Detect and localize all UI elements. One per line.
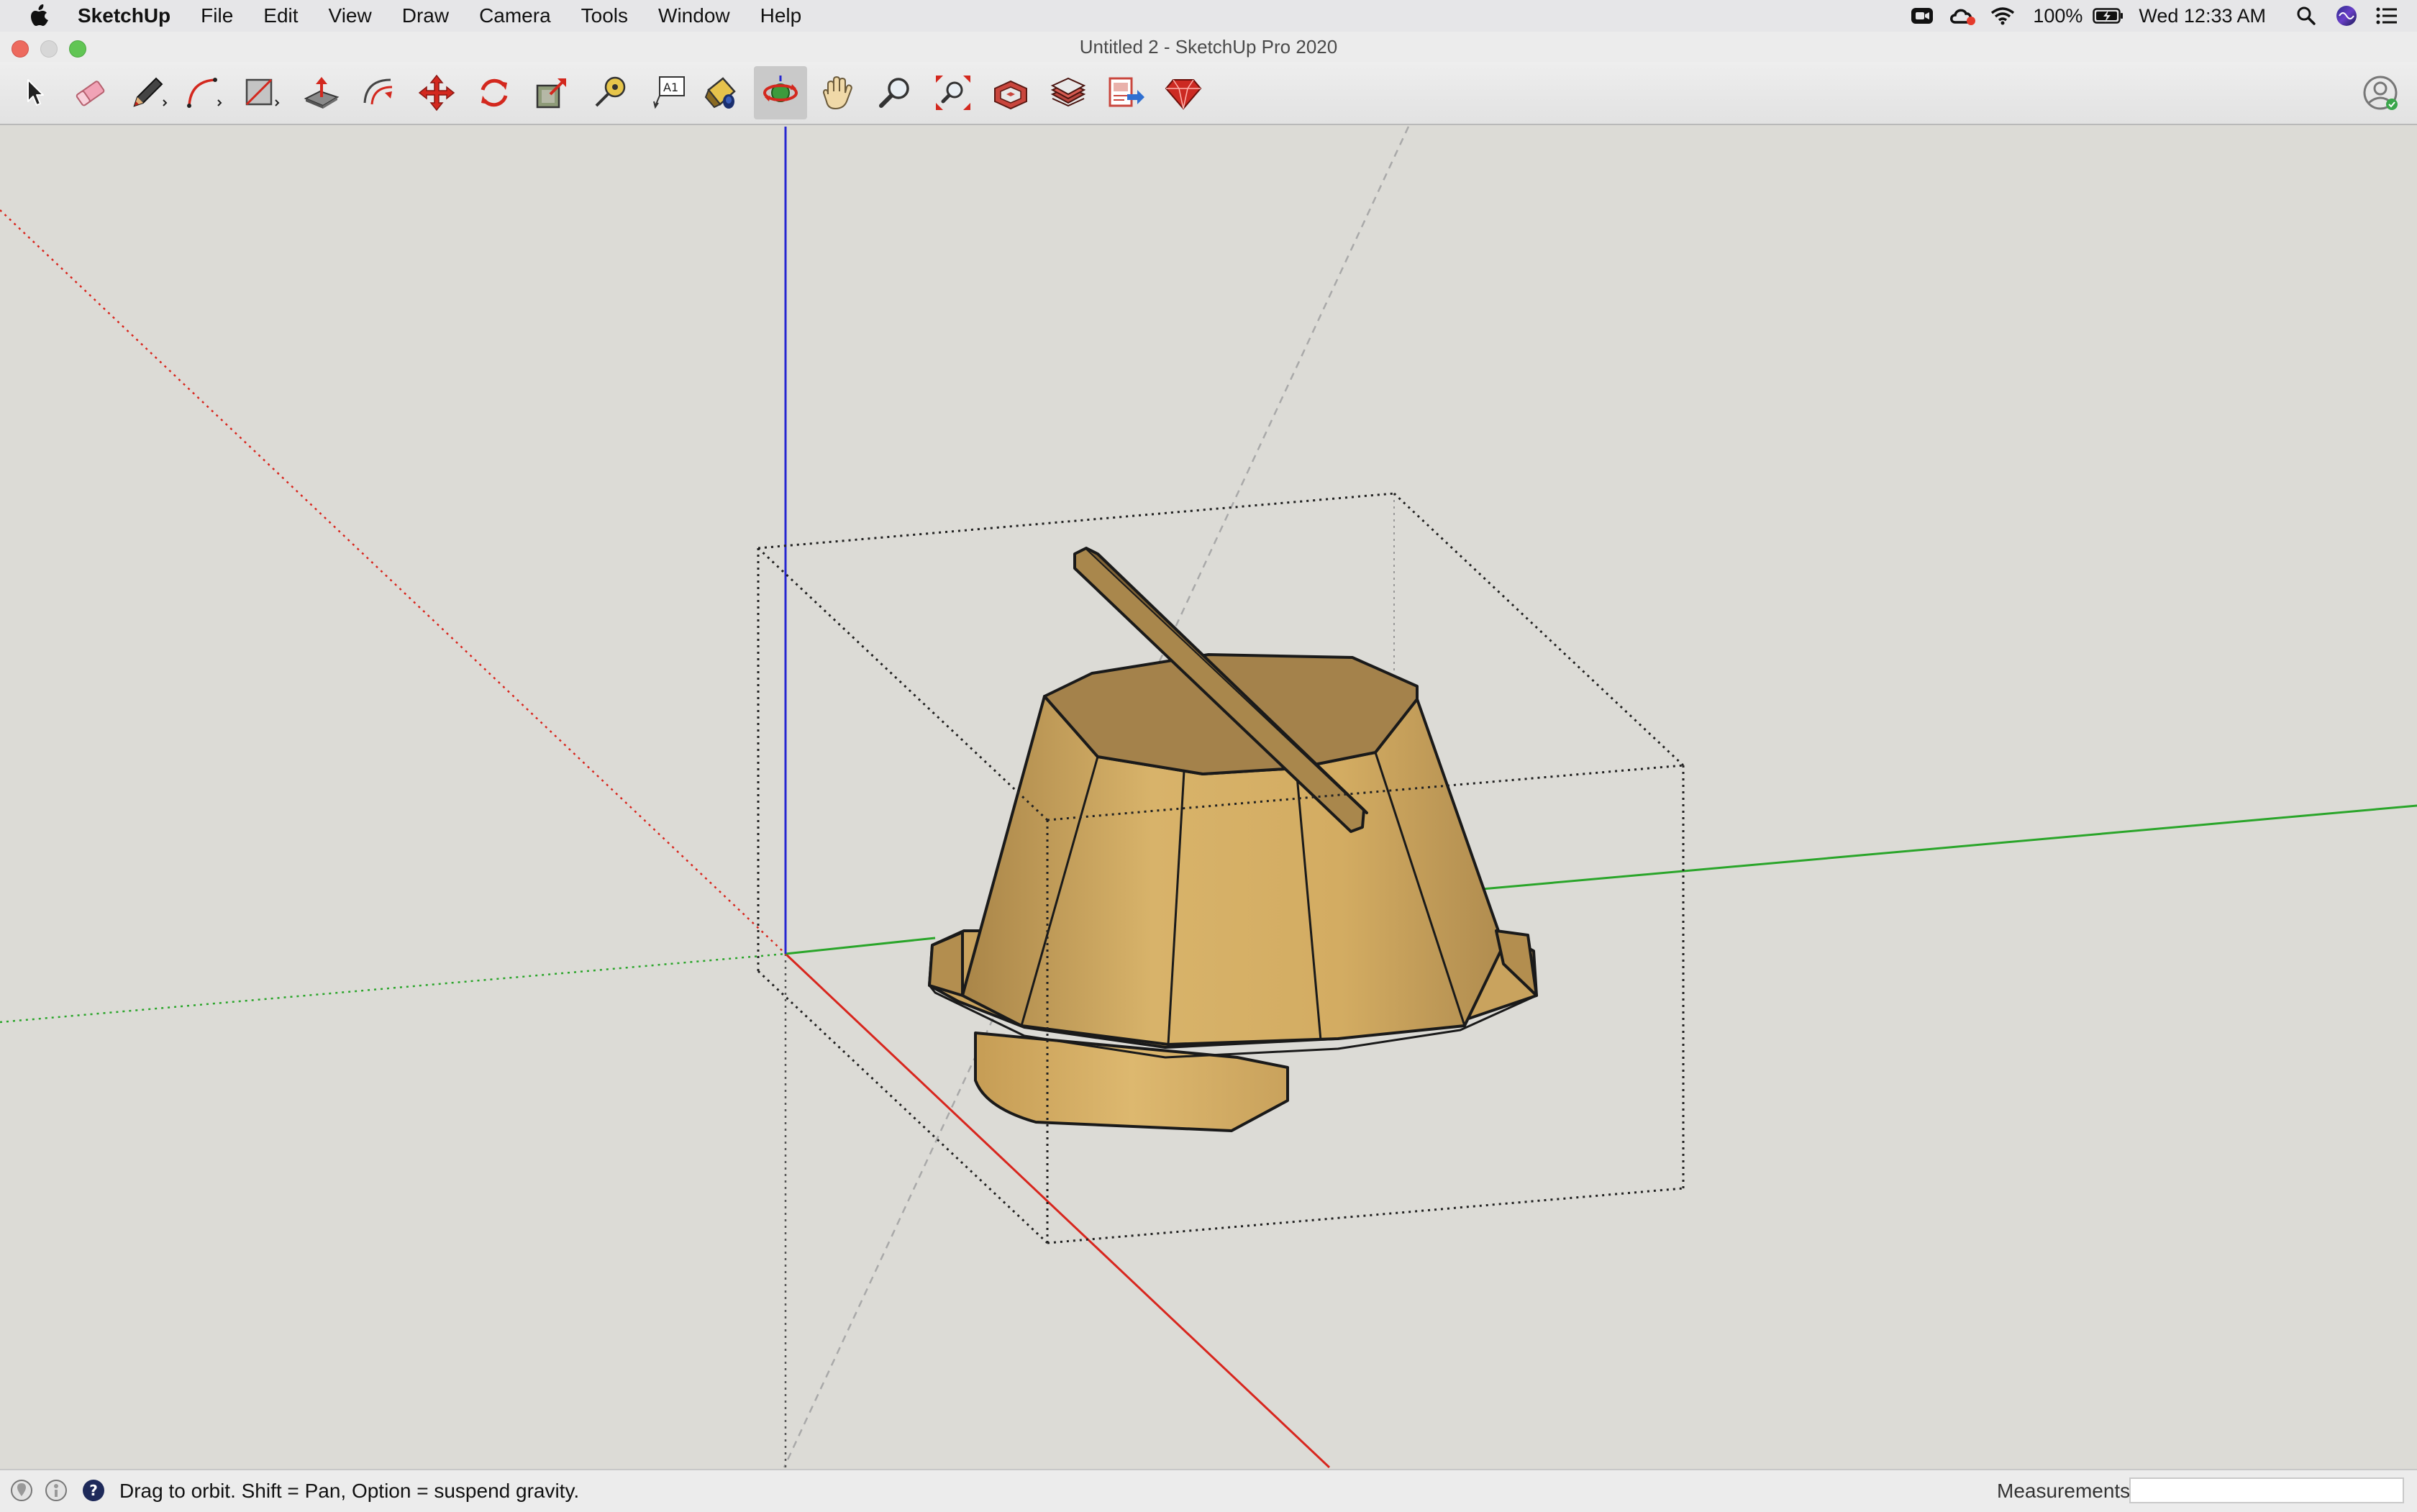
- menubar: SketchUp File Edit View Draw Camera Tool…: [0, 0, 2417, 32]
- orbit-icon: [763, 76, 798, 102]
- zoom-icon[interactable]: [1906, 0, 1938, 32]
- rectangle-icon: [245, 78, 280, 106]
- menu-draw[interactable]: Draw: [387, 0, 464, 32]
- red-axis-dotted: [0, 209, 786, 955]
- ruby-icon: [1165, 79, 1202, 110]
- menu-camera[interactable]: Camera: [464, 0, 566, 32]
- zoom-extents-tool[interactable]: [927, 66, 980, 119]
- layout-icon: [1109, 77, 1144, 107]
- control-center-icon[interactable]: [2371, 0, 2403, 32]
- tape-measure-icon: [595, 76, 626, 107]
- offset-icon: [363, 78, 393, 105]
- zoom-tool[interactable]: [869, 66, 922, 119]
- menu-view[interactable]: View: [314, 0, 387, 32]
- creative-cloud-icon[interactable]: [1947, 0, 1978, 32]
- menubar-clock[interactable]: Wed 12:33 AM: [2129, 0, 2276, 32]
- push-pull-tool[interactable]: [295, 66, 348, 119]
- send-to-layout-button[interactable]: [1099, 66, 1152, 119]
- pencil-icon: [133, 77, 168, 107]
- base-disc[interactable]: [974, 1031, 1289, 1132]
- rotate-tool[interactable]: [468, 66, 521, 119]
- pan-tool[interactable]: [811, 66, 865, 119]
- push-pull-icon: [304, 77, 340, 109]
- magnifier-icon: [879, 78, 909, 108]
- siri-icon[interactable]: [2331, 0, 2362, 32]
- spotlight-search-icon[interactable]: [2290, 0, 2322, 32]
- geo-location-icon[interactable]: [10, 1479, 33, 1502]
- svg-text:A1: A1: [663, 81, 678, 94]
- arc-icon: [187, 78, 222, 108]
- ruby-console-button[interactable]: [1157, 66, 1210, 119]
- rotate-icon: [481, 78, 508, 107]
- hand-icon: [822, 76, 852, 110]
- green-axis-dotted: [0, 952, 786, 1024]
- scale-tool[interactable]: [525, 66, 578, 119]
- menu-window[interactable]: Window: [643, 0, 745, 32]
- green-axis: [1481, 804, 2417, 891]
- 3d-warehouse-button[interactable]: [984, 66, 1037, 119]
- arrow-icon: [27, 79, 44, 106]
- hoop-tab-left: [928, 931, 964, 997]
- eraser-tool[interactable]: [63, 66, 117, 119]
- line-tool[interactable]: [121, 66, 174, 119]
- scale-icon: [536, 78, 566, 109]
- rectangle-tool[interactable]: [235, 66, 288, 119]
- paint-bucket-tool[interactable]: [695, 66, 748, 119]
- battery-icon[interactable]: [2093, 0, 2124, 32]
- text-tool[interactable]: A1: [642, 66, 695, 119]
- menu-app-name[interactable]: SketchUp: [72, 0, 186, 32]
- extension-warehouse-button[interactable]: [1042, 66, 1095, 119]
- bucket-model[interactable]: [928, 547, 1538, 1132]
- battery-percent: 100%: [2033, 5, 2083, 27]
- wifi-icon[interactable]: [1987, 0, 2018, 32]
- select-tool[interactable]: [7, 66, 60, 119]
- large-tool-set-toolbar: A1: [0, 62, 2417, 125]
- text-icon: A1: [653, 76, 685, 109]
- user-account-icon: [2363, 76, 2398, 110]
- paint-bucket-icon: [704, 77, 736, 109]
- move-tool[interactable]: [410, 66, 463, 119]
- orbit-tool[interactable]: [754, 66, 807, 119]
- help-icon[interactable]: ?: [82, 1479, 105, 1502]
- menu-tools[interactable]: Tools: [566, 0, 643, 32]
- green-axis: [785, 937, 936, 955]
- drawing-area[interactable]: [0, 125, 2417, 1469]
- move-icon: [418, 74, 455, 111]
- measurements-label: Measurements: [1997, 1480, 2131, 1502]
- status-bar: ? Drag to orbit. Shift = Pan, Option = s…: [0, 1469, 2417, 1512]
- menu-file[interactable]: File: [186, 0, 248, 32]
- eraser-icon: [76, 81, 105, 106]
- user-account-button[interactable]: [2354, 66, 2407, 119]
- measurements-input[interactable]: [2129, 1477, 2404, 1503]
- svg-text:?: ?: [89, 1482, 98, 1499]
- offset-tool[interactable]: [352, 66, 406, 119]
- warehouse-icon: [994, 80, 1027, 110]
- status-hint-text: Drag to orbit. Shift = Pan, Option = sus…: [119, 1480, 580, 1502]
- apple-icon[interactable]: [24, 0, 56, 32]
- tape-measure-tool[interactable]: [583, 66, 636, 119]
- window-title: Untitled 2 - SketchUp Pro 2020: [1079, 36, 1338, 58]
- model-view[interactable]: [0, 125, 2417, 1469]
- extension-warehouse-icon: [1050, 77, 1086, 107]
- arc-tool[interactable]: [177, 66, 230, 119]
- credits-icon[interactable]: [45, 1479, 68, 1502]
- menu-edit[interactable]: Edit: [248, 0, 313, 32]
- menu-help[interactable]: Help: [745, 0, 817, 32]
- zoom-extents-icon: [936, 76, 970, 110]
